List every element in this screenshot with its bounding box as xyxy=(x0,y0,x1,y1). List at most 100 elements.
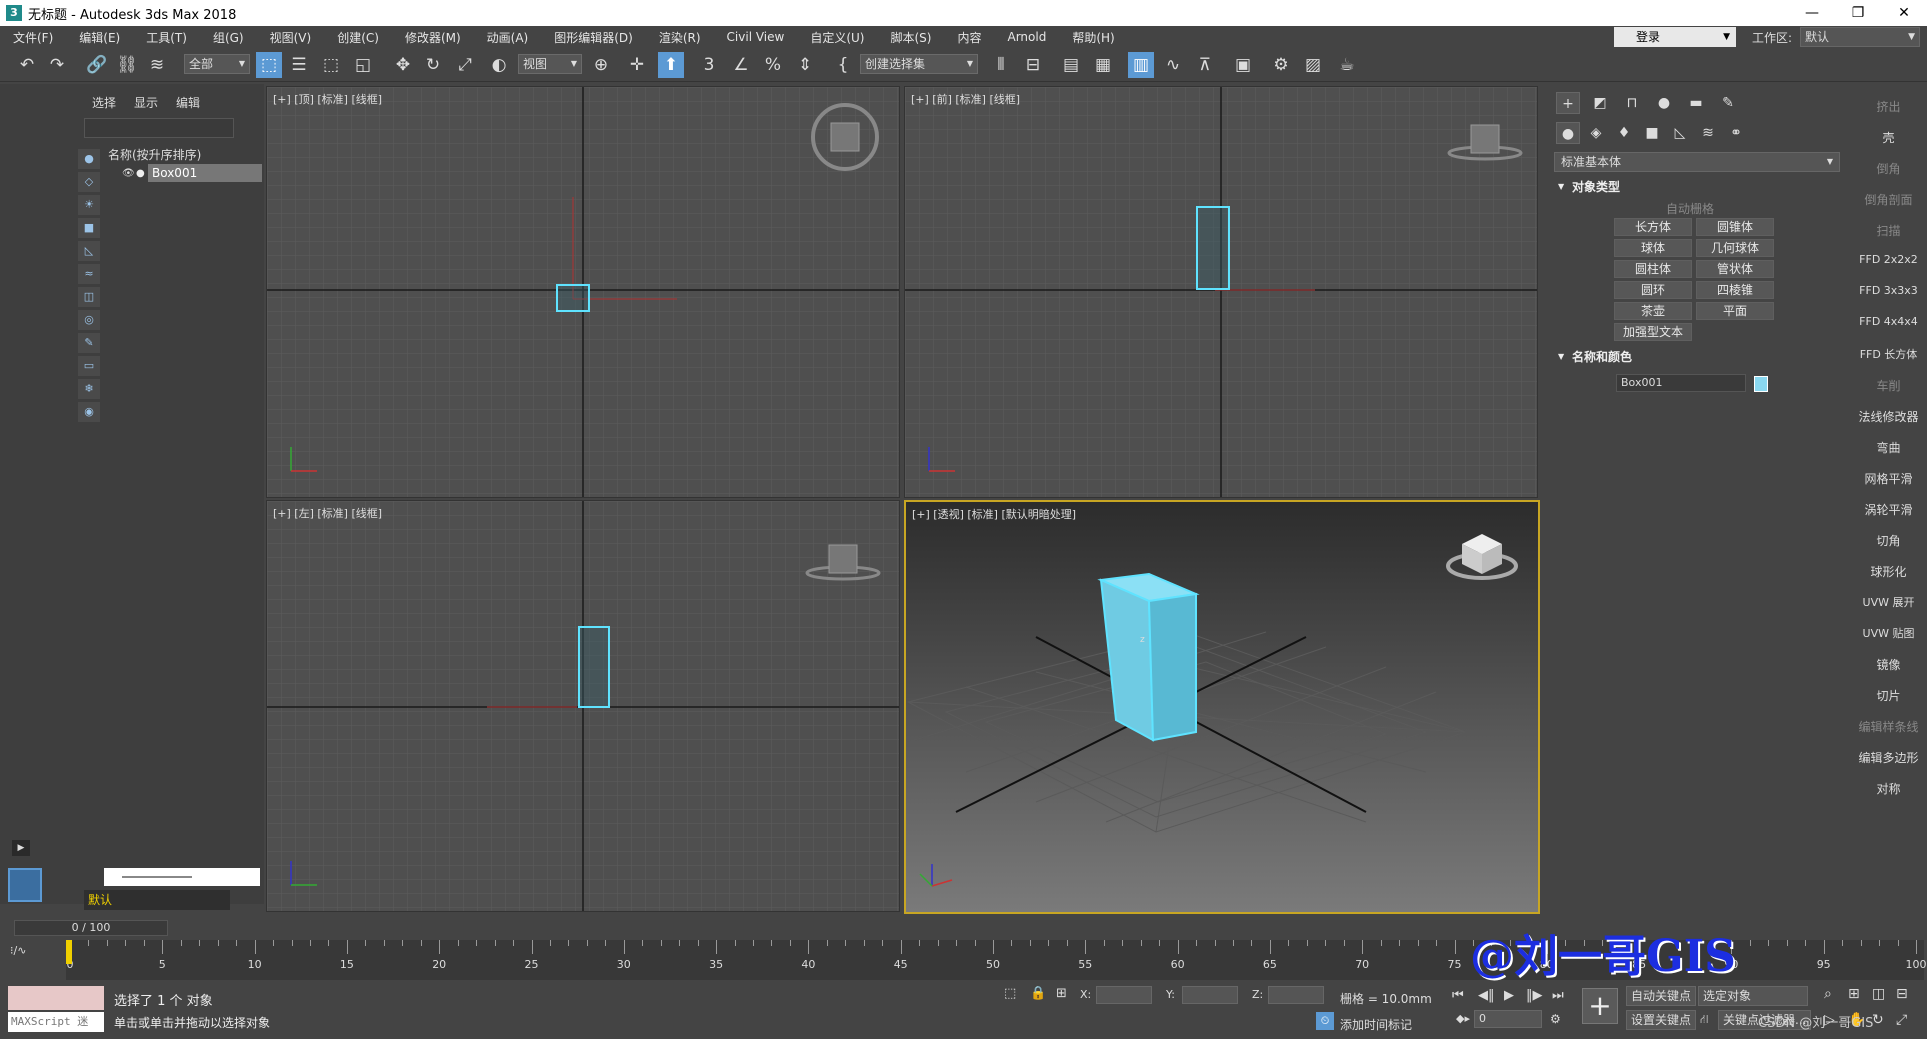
menu-scripting[interactable]: 脚本(S) xyxy=(877,29,944,46)
modifier-extrude[interactable]: 挤出 xyxy=(1850,98,1927,115)
link-icon[interactable]: 🔗 xyxy=(84,52,110,78)
visibility-eye-icon[interactable]: 👁 xyxy=(122,168,136,179)
key-filters-icon[interactable]: ⛙ xyxy=(1700,1012,1708,1028)
next-frame-icon[interactable]: ‖▶ xyxy=(1526,988,1543,1003)
box001-top-view[interactable] xyxy=(556,284,590,312)
display-tab-icon[interactable]: ▬ xyxy=(1684,92,1708,114)
viewport-layout-icon[interactable] xyxy=(8,868,42,902)
modifier-shell[interactable]: 壳 xyxy=(1850,129,1927,146)
pyramid-button[interactable]: 四棱锥 xyxy=(1696,281,1774,299)
login-dropdown[interactable]: 登录 xyxy=(1614,27,1736,47)
modifier-meshsmooth[interactable]: 网格平滑 xyxy=(1850,470,1927,487)
isolate-selection-icon[interactable]: ⬚ xyxy=(1004,986,1016,1001)
menu-file[interactable]: 文件(F) xyxy=(0,29,66,46)
key-mode-icon[interactable]: ◆▸ xyxy=(1456,1012,1470,1025)
object-color-swatch[interactable] xyxy=(1754,376,1768,392)
menu-edit[interactable]: 编辑(E) xyxy=(66,29,133,46)
close-button[interactable]: ✕ xyxy=(1881,0,1927,26)
object-name-input[interactable]: Box001 xyxy=(1616,374,1746,392)
cylinder-button[interactable]: 圆柱体 xyxy=(1614,260,1692,278)
selection-filter-dropdown[interactable]: 全部 xyxy=(184,54,250,74)
named-selection-dropdown[interactable]: 创建选择集 xyxy=(860,54,978,74)
viewport-top[interactable]: [+] [顶] [标准] [线框] xyxy=(266,86,900,498)
maxscript-listener-output[interactable] xyxy=(8,986,104,1010)
viewport-label-left[interactable]: [+] [左] [标准] [线框] xyxy=(273,505,382,521)
orbit-icon[interactable]: ↻ xyxy=(1872,1012,1884,1028)
reference-coord-dropdown[interactable]: 视图 xyxy=(518,54,582,74)
menu-rendering[interactable]: 渲染(R) xyxy=(646,29,714,46)
key-target-dropdown[interactable]: 选定对象 xyxy=(1698,986,1808,1006)
time-tag-icon[interactable]: ⏲ xyxy=(1316,1012,1334,1030)
modifier-ffd-4x4x4[interactable]: FFD 4x4x4 xyxy=(1850,315,1927,328)
zoom-icon[interactable]: ⌕ xyxy=(1824,986,1832,1002)
bones-filter-icon[interactable]: ✎ xyxy=(78,333,100,353)
box001-left-view[interactable] xyxy=(578,626,610,708)
y-coordinate-input[interactable] xyxy=(1182,986,1238,1004)
shapes-category-icon[interactable]: ◈ xyxy=(1584,122,1608,144)
menu-customize[interactable]: 自定义(U) xyxy=(797,29,877,46)
autogrid-checkbox[interactable]: 自动栅格 xyxy=(1666,200,1714,217)
undo-icon[interactable]: ↶ xyxy=(14,52,40,78)
tab-select[interactable]: 选择 xyxy=(92,94,116,111)
modifier-uvw-map[interactable]: UVW 贴图 xyxy=(1850,625,1927,641)
viewport-label-perspective[interactable]: [+] [透视] [标准] [默认明暗处理] xyxy=(912,506,1076,522)
add-time-tag[interactable]: 添加时间标记 xyxy=(1340,1016,1412,1033)
align-icon[interactable]: ⊟ xyxy=(1020,52,1046,78)
menu-tools[interactable]: 工具(T) xyxy=(133,29,200,46)
viewport-label-front[interactable]: [+] [前] [标准] [线框] xyxy=(911,91,1020,107)
pivot-center-icon[interactable]: ⊕ xyxy=(588,52,614,78)
render-setup-icon[interactable]: ⚙ xyxy=(1268,52,1294,78)
modifier-unwrap-uvw[interactable]: UVW 展开 xyxy=(1850,594,1927,610)
rendered-frame-window-icon[interactable]: ▨ xyxy=(1300,52,1326,78)
box001-perspective[interactable] xyxy=(1097,572,1200,742)
sphere-button[interactable]: 球体 xyxy=(1614,239,1692,257)
lights-category-icon[interactable]: ♦ xyxy=(1612,122,1636,144)
menu-modifiers[interactable]: 修改器(M) xyxy=(392,29,474,46)
select-move-icon[interactable]: ✥ xyxy=(390,52,416,78)
utilities-tab-icon[interactable]: ✎ xyxy=(1716,92,1740,114)
go-to-start-icon[interactable]: ⏮ xyxy=(1452,988,1464,1003)
set-key-button[interactable]: 设置关键点 xyxy=(1626,1010,1697,1030)
modifier-spherify[interactable]: 球形化 xyxy=(1850,563,1927,580)
auto-key-button[interactable]: 自动关键点 xyxy=(1626,986,1697,1006)
plane-button[interactable]: 平面 xyxy=(1696,302,1774,320)
select-object-icon[interactable]: ⬚ xyxy=(256,52,282,78)
select-by-name-icon[interactable]: ☰ xyxy=(286,52,312,78)
modifier-bevel-profile[interactable]: 倒角剖面 xyxy=(1850,191,1927,208)
menu-create[interactable]: 创建(C) xyxy=(324,29,392,46)
percent-snap-icon[interactable]: % xyxy=(760,52,786,78)
modifier-sweep[interactable]: 扫描 xyxy=(1850,222,1927,239)
modifier-edit-poly[interactable]: 编辑多边形 xyxy=(1850,749,1927,766)
modifier-turbosmooth[interactable]: 涡轮平滑 xyxy=(1850,501,1927,518)
redo-icon[interactable]: ↷ xyxy=(44,52,70,78)
schematic-view-icon[interactable]: ⊼ xyxy=(1192,52,1218,78)
scene-object-row[interactable]: 👁 ● Box001 xyxy=(122,164,262,182)
cone-button[interactable]: 圆锥体 xyxy=(1696,218,1774,236)
frozen-filter-icon[interactable]: ❄ xyxy=(78,379,100,399)
geometry-filter-icon[interactable]: ● xyxy=(78,149,100,169)
bind-spacewarp-icon[interactable]: ≋ xyxy=(144,52,170,78)
current-frame-input[interactable]: 0 xyxy=(1474,1010,1542,1028)
spacewarps-filter-icon[interactable]: ≈ xyxy=(78,264,100,284)
toggle-ribbon-icon[interactable]: ▥ xyxy=(1128,52,1154,78)
groups-filter-icon[interactable]: ◫ xyxy=(78,287,100,307)
zoom-extents-icon[interactable]: ◫ xyxy=(1872,986,1885,1002)
menu-arnold[interactable]: Arnold xyxy=(994,30,1059,44)
time-slider[interactable]: 0 / 100 xyxy=(14,920,168,936)
lights-filter-icon[interactable]: ☀ xyxy=(78,195,100,215)
modifier-slice[interactable]: 切片 xyxy=(1850,687,1927,704)
name-color-rollout[interactable]: 名称和颜色 xyxy=(1554,348,1840,366)
curve-editor-icon[interactable]: ∿ xyxy=(1160,52,1186,78)
containers-filter-icon[interactable]: ▭ xyxy=(78,356,100,376)
tab-edit[interactable]: 编辑 xyxy=(176,94,200,111)
material-editor-icon[interactable]: ▣ xyxy=(1230,52,1256,78)
modifier-mirror[interactable]: 镜像 xyxy=(1850,656,1927,673)
hidden-filter-icon[interactable]: ◉ xyxy=(78,402,100,422)
modifier-normal[interactable]: 法线修改器 xyxy=(1850,408,1927,425)
torus-button[interactable]: 圆环 xyxy=(1614,281,1692,299)
render-production-icon[interactable]: ☕ xyxy=(1334,52,1360,78)
tab-display[interactable]: 显示 xyxy=(134,94,158,111)
modify-tab-icon[interactable]: ◩ xyxy=(1588,92,1612,114)
toggle-layer-explorer-icon[interactable]: ▦ xyxy=(1090,52,1116,78)
play-icon[interactable]: ▶ xyxy=(1504,988,1514,1003)
